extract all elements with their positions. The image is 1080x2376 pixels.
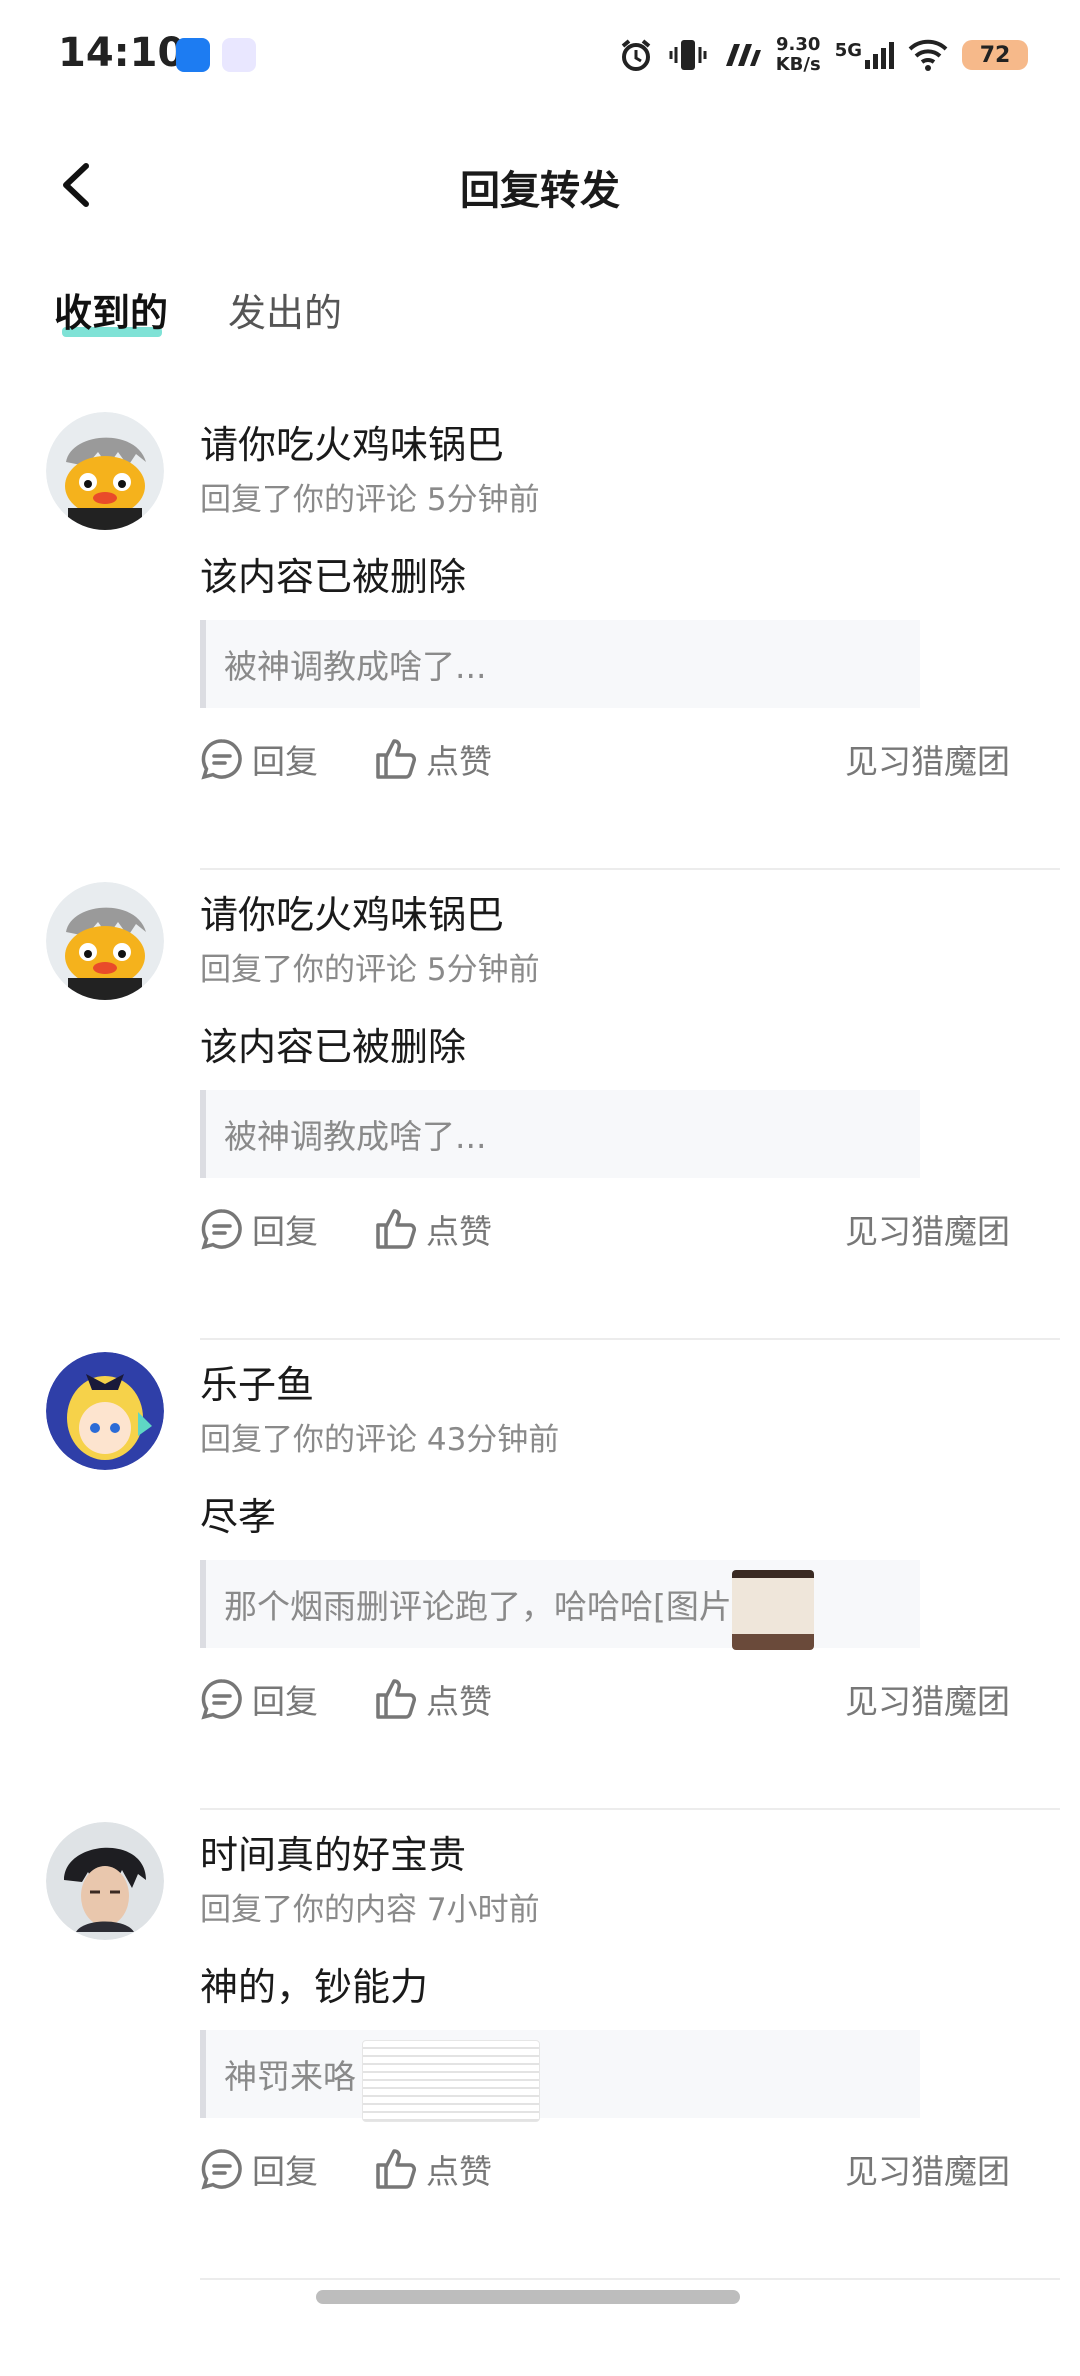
avatar[interactable] <box>46 1352 164 1470</box>
username[interactable]: 时间真的好宝贵 <box>200 1824 466 1879</box>
thumbs-up-icon <box>376 1209 416 1249</box>
cell-signal-icon: 5G <box>835 40 894 70</box>
tab-sent[interactable]: 发出的 <box>228 282 342 345</box>
status-bar: 14:10 9.30 KB/s 5G 72 <box>0 0 1080 120</box>
avatar[interactable] <box>46 882 164 1000</box>
comment-icon <box>201 2149 242 2190</box>
reply-content[interactable]: 该内容已被删除 <box>200 546 466 601</box>
header: 回复转发 <box>0 130 1080 240</box>
reply-meta: 回复了你的内容 7小时前 <box>200 1892 540 1928</box>
group-link[interactable]: 见习猎魔团 <box>845 2145 1010 2193</box>
wifi-icon <box>908 39 948 71</box>
avatar[interactable] <box>46 1822 164 1940</box>
home-indicator[interactable] <box>316 2290 740 2304</box>
quoted-original[interactable]: 神罚来咯 <box>200 2030 920 2122</box>
group-link[interactable]: 见习猎魔团 <box>845 1205 1010 1253</box>
reply-button[interactable]: 回复 <box>200 1205 318 1253</box>
tab-bar: 收到的 发出的 <box>54 282 342 345</box>
group-link[interactable]: 见习猎魔团 <box>845 735 1010 783</box>
list-item[interactable]: 乐子鱼 回复了你的评论 43分钟前 尽孝 那个烟雨删评论跑了，哈哈哈[图片] 回… <box>0 1340 1080 1810</box>
divider <box>200 2278 1060 2280</box>
quoted-text: 被神调教成啥了... <box>224 1117 487 1156</box>
like-button[interactable]: 点赞 <box>374 1205 492 1253</box>
comment-icon <box>201 1209 242 1250</box>
username[interactable]: 请你吃火鸡味锅巴 <box>200 884 504 939</box>
app-notification-icon <box>176 38 210 72</box>
quoted-text: 那个烟雨删评论跑了，哈哈哈[图片] <box>224 1587 745 1626</box>
alarm-icon <box>621 39 650 71</box>
username[interactable]: 请你吃火鸡味锅巴 <box>200 414 504 469</box>
avatar[interactable] <box>46 412 164 530</box>
thumbs-up-icon <box>376 2149 416 2189</box>
action-bar: 回复 点赞 见习猎魔团 <box>200 1205 1020 1265</box>
quoted-original[interactable]: 那个烟雨删评论跑了，哈哈哈[图片] <box>200 1560 920 1650</box>
reply-meta: 回复了你的评论 43分钟前 <box>200 1422 560 1458</box>
quoted-text: 神罚来咯 <box>224 2057 356 2096</box>
hd-signal-icon <box>725 44 761 66</box>
status-time: 14:10 <box>58 30 186 76</box>
reply-content[interactable]: 神的，钞能力 <box>200 1956 428 2011</box>
quoted-image-thumbnail[interactable] <box>732 1570 814 1650</box>
group-link[interactable]: 见习猎魔团 <box>845 1675 1010 1723</box>
comment-icon <box>201 739 242 780</box>
tieba-notification-icon <box>222 38 256 72</box>
thumbs-up-icon <box>376 1679 416 1719</box>
reply-button[interactable]: 回复 <box>200 2145 318 2193</box>
battery-indicator: 72 <box>962 40 1028 70</box>
list-item[interactable]: 请你吃火鸡味锅巴 回复了你的评论 5分钟前 该内容已被删除 被神调教成啥了...… <box>0 870 1080 1340</box>
reply-meta: 回复了你的评论 5分钟前 <box>200 482 540 518</box>
tab-sent-label: 发出的 <box>228 291 343 335</box>
vibrate-icon <box>669 40 707 70</box>
like-button[interactable]: 点赞 <box>374 2145 492 2193</box>
thumbs-up-icon <box>376 739 416 779</box>
network-speed: 9.30 KB/s <box>775 34 821 75</box>
action-bar: 回复 点赞 见习猎魔团 <box>200 2145 1020 2205</box>
quoted-image-thumbnail[interactable] <box>362 2040 540 2122</box>
status-indicators: 9.30 KB/s 5G 72 <box>618 34 1028 76</box>
action-bar: 回复 点赞 见习猎魔团 <box>200 1675 1020 1735</box>
like-button[interactable]: 点赞 <box>374 735 492 783</box>
reply-content[interactable]: 尽孝 <box>200 1486 276 1541</box>
reply-button[interactable]: 回复 <box>200 1675 318 1723</box>
action-bar: 回复 点赞 见习猎魔团 <box>200 735 1020 795</box>
quoted-text: 被神调教成啥了... <box>224 647 487 686</box>
page-title: 回复转发 <box>460 168 620 214</box>
comment-icon <box>201 1679 242 1720</box>
reply-content[interactable]: 该内容已被删除 <box>200 1016 466 1071</box>
tab-received[interactable]: 收到的 <box>54 282 168 345</box>
reply-button[interactable]: 回复 <box>200 735 318 783</box>
username[interactable]: 乐子鱼 <box>200 1354 314 1409</box>
tab-received-label: 收到的 <box>54 291 169 335</box>
list-item[interactable]: 请你吃火鸡味锅巴 回复了你的评论 5分钟前 该内容已被删除 被神调教成啥了...… <box>0 400 1080 870</box>
quoted-original[interactable]: 被神调教成啥了... <box>200 620 920 708</box>
list-item[interactable]: 时间真的好宝贵 回复了你的内容 7小时前 神的，钞能力 神罚来咯 回复 点赞 见… <box>0 1810 1080 2280</box>
quoted-original[interactable]: 被神调教成啥了... <box>200 1090 920 1178</box>
reply-list: 请你吃火鸡味锅巴 回复了你的评论 5分钟前 该内容已被删除 被神调教成啥了...… <box>0 400 1080 2280</box>
reply-meta: 回复了你的评论 5分钟前 <box>200 952 540 988</box>
like-button[interactable]: 点赞 <box>374 1675 492 1723</box>
